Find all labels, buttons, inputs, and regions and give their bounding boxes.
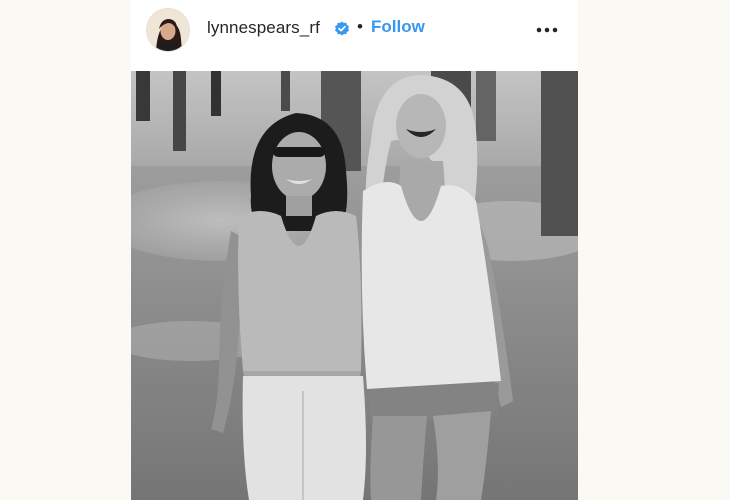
separator-dot: • — [357, 17, 363, 36]
avatar[interactable] — [147, 9, 189, 51]
more-options-icon[interactable] — [533, 21, 561, 39]
instagram-post: lynnespears_rf • Follow — [131, 0, 578, 500]
post-photo[interactable] — [131, 71, 578, 500]
screen-background: lynnespears_rf • Follow — [0, 0, 730, 500]
post-header: lynnespears_rf • Follow — [131, 0, 578, 71]
follow-button[interactable]: Follow — [371, 17, 425, 37]
username-link[interactable]: lynnespears_rf — [207, 18, 320, 38]
verified-badge-icon — [335, 21, 349, 36]
